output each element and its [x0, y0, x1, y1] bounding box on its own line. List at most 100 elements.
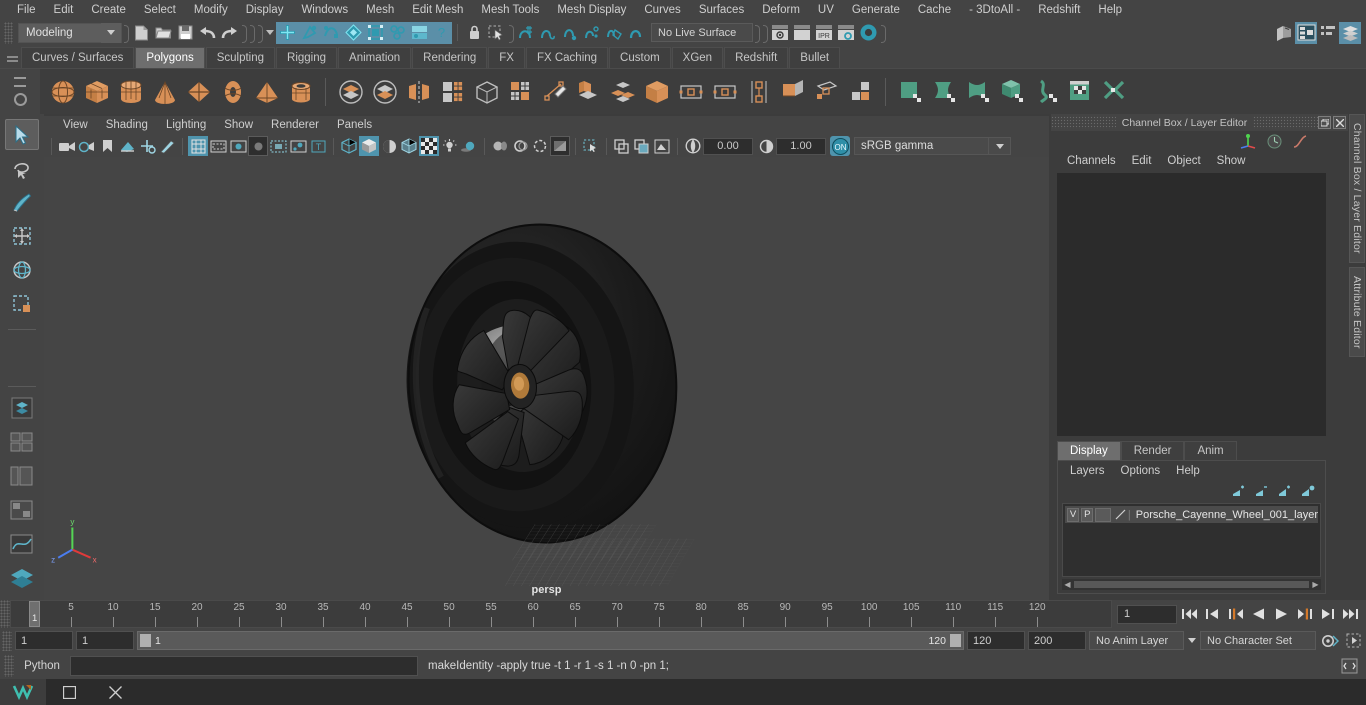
range-start-field[interactable]: 1: [76, 631, 134, 650]
wedge-face-icon[interactable]: [776, 75, 809, 108]
extrude-icon[interactable]: [504, 75, 537, 108]
menuset-selector[interactable]: Modeling: [18, 22, 122, 43]
time-slider-current-frame-marker[interactable]: 1: [29, 601, 40, 627]
poke-face-icon[interactable]: [742, 75, 775, 108]
status-line-gripper[interactable]: [4, 21, 13, 44]
snap-to-point-icon[interactable]: [559, 22, 581, 44]
shelf-tabs-gripper[interactable]: [3, 45, 21, 68]
select-uvs-icon[interactable]: [386, 21, 408, 44]
snap-to-curve-icon[interactable]: [537, 22, 559, 44]
use-lights-icon[interactable]: [439, 136, 459, 156]
exposure-value-field[interactable]: 0.00: [703, 137, 753, 155]
panel-drag-dots-left[interactable]: [1051, 116, 1116, 129]
shelf-tab-curves-surfaces[interactable]: Curves / Surfaces: [21, 47, 135, 68]
move-tool-icon[interactable]: [5, 221, 39, 252]
range-end-field[interactable]: 120: [967, 631, 1025, 650]
multi-cut-icon[interactable]: [538, 75, 571, 108]
scroll-thumb[interactable]: [1074, 581, 1309, 588]
menu-display[interactable]: Display: [237, 0, 293, 20]
exposure-preset-icon[interactable]: [632, 136, 652, 156]
texture-display-icon[interactable]: [419, 136, 439, 156]
select-tool-icon[interactable]: [5, 119, 39, 151]
play-forwards-icon[interactable]: [1271, 604, 1292, 625]
scroll-left-icon[interactable]: ◀: [1062, 580, 1073, 589]
perspective-viewport[interactable]: y x z persp: [44, 157, 1049, 600]
select-by-object-type-icon[interactable]: [298, 21, 320, 44]
menu-file[interactable]: File: [8, 0, 45, 20]
gear-icon[interactable]: [13, 92, 27, 106]
menu-help[interactable]: Help: [1089, 0, 1131, 20]
chevron-down-icon[interactable]: [101, 22, 121, 43]
polygon-pyramid-icon[interactable]: [250, 75, 283, 108]
move-layer-down-icon[interactable]: [1254, 485, 1269, 497]
edit-menu[interactable]: Edit: [1124, 155, 1160, 167]
channel-box-content[interactable]: [1057, 173, 1326, 436]
uv-contour-stretch-icon[interactable]: [1030, 75, 1063, 108]
polygon-sphere-icon[interactable]: [46, 75, 79, 108]
polygon-cone-icon[interactable]: [148, 75, 181, 108]
bevel-icon[interactable]: [572, 75, 605, 108]
character-set-field[interactable]: No Character Set: [1200, 631, 1316, 650]
grease-pencil-icon[interactable]: [157, 136, 177, 156]
layer-visibility-toggle[interactable]: V: [1067, 507, 1080, 522]
move-layer-up-icon[interactable]: [1231, 485, 1246, 497]
layout-outliner-icon[interactable]: [5, 562, 39, 593]
ambient-occlusion-icon[interactable]: [490, 136, 510, 156]
viewport-menu-lighting[interactable]: Lighting: [157, 116, 215, 135]
shelf-tab-rigging[interactable]: Rigging: [276, 47, 338, 68]
options-menu[interactable]: Options: [1113, 465, 1169, 477]
select-mode-dropdown-icon[interactable]: [264, 22, 276, 44]
shelf-options-column[interactable]: [0, 68, 40, 115]
uv-cylinder-icon[interactable]: [928, 75, 961, 108]
playback-range-bar[interactable]: 1 120: [137, 631, 964, 650]
smooth-icon[interactable]: [436, 75, 469, 108]
side-tab-attribute-editor[interactable]: Attribute Editor: [1349, 266, 1365, 358]
manipulator-axis-icon[interactable]: [1240, 133, 1257, 149]
uv-unfold-icon[interactable]: [1098, 75, 1131, 108]
playback-options-icon[interactable]: [1343, 630, 1364, 651]
clock-icon[interactable]: [1267, 134, 1282, 149]
open-scene-icon[interactable]: [152, 22, 174, 44]
smooth-shading-icon[interactable]: [359, 136, 379, 156]
shelf-tab-bullet[interactable]: Bullet: [789, 47, 841, 68]
transform-tool-icon[interactable]: [708, 75, 741, 108]
shelf-tab-fx-caching[interactable]: FX Caching: [525, 47, 609, 68]
close-icon[interactable]: [1333, 116, 1346, 129]
highlight-selection-icon[interactable]: [485, 22, 507, 44]
anim-layer-dropdown-icon[interactable]: [1187, 638, 1197, 643]
object-menu[interactable]: Object: [1159, 155, 1208, 167]
script-language-label[interactable]: Python: [18, 660, 66, 672]
polygon-plane-icon[interactable]: [182, 75, 215, 108]
rotate-tool-icon[interactable]: [5, 255, 39, 286]
layer-color-swatch[interactable]: [1095, 507, 1111, 522]
panel-drag-dots-right[interactable]: [1253, 116, 1318, 129]
flat-shading-icon[interactable]: [379, 136, 399, 156]
show-hide-modeling-toolkit-icon[interactable]: [1273, 22, 1295, 44]
restore-icon[interactable]: [1318, 116, 1331, 129]
color-profile-field[interactable]: sRGB gamma: [854, 137, 989, 155]
select-help-icon[interactable]: ?: [430, 21, 452, 44]
snap-to-grid-icon[interactable]: [515, 22, 537, 44]
polygon-cylinder-icon[interactable]: [114, 75, 147, 108]
shelf-tab-rendering[interactable]: Rendering: [412, 47, 488, 68]
combine-icon[interactable]: [334, 75, 367, 108]
layout-outliner-persp-icon[interactable]: [5, 460, 39, 491]
select-by-component-type-icon[interactable]: [320, 21, 342, 44]
tab-anim[interactable]: Anim: [1184, 441, 1237, 460]
xray-icon[interactable]: [268, 136, 288, 156]
menu-redshift[interactable]: Redshift: [1029, 0, 1089, 20]
anim-end-field[interactable]: 200: [1028, 631, 1086, 650]
menu-curves[interactable]: Curves: [635, 0, 689, 20]
menu-select[interactable]: Select: [135, 0, 185, 20]
layout-hypershade-icon[interactable]: [5, 494, 39, 525]
animation-preferences-icon[interactable]: [1319, 630, 1340, 651]
undo-icon[interactable]: [196, 22, 218, 44]
menu-edit[interactable]: Edit: [45, 0, 83, 20]
menu-surfaces[interactable]: Surfaces: [690, 0, 753, 20]
shelf-tab-sculpting[interactable]: Sculpting: [205, 47, 276, 68]
shelf-tab-redshift[interactable]: Redshift: [724, 47, 789, 68]
chamfer-vertex-icon[interactable]: [810, 75, 843, 108]
shadows-icon[interactable]: [459, 136, 479, 156]
quad-draw-icon[interactable]: [844, 75, 877, 108]
screen-space-ao-icon[interactable]: [550, 136, 570, 156]
